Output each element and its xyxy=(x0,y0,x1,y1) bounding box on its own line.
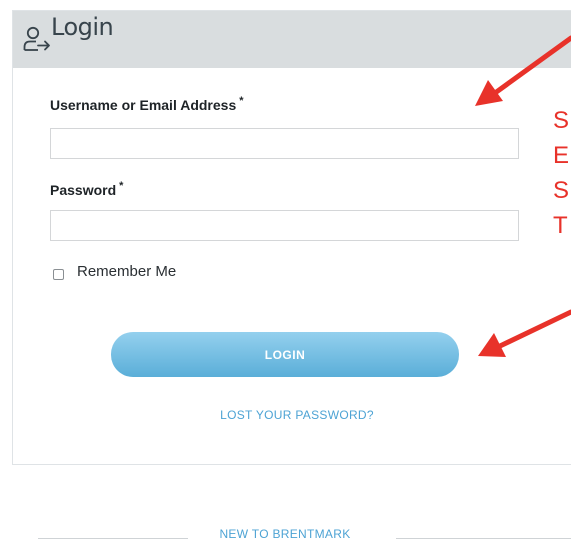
arrow-to-username xyxy=(475,35,571,106)
arrow-to-login-button xyxy=(478,309,571,357)
annotation-arrows xyxy=(475,35,571,357)
